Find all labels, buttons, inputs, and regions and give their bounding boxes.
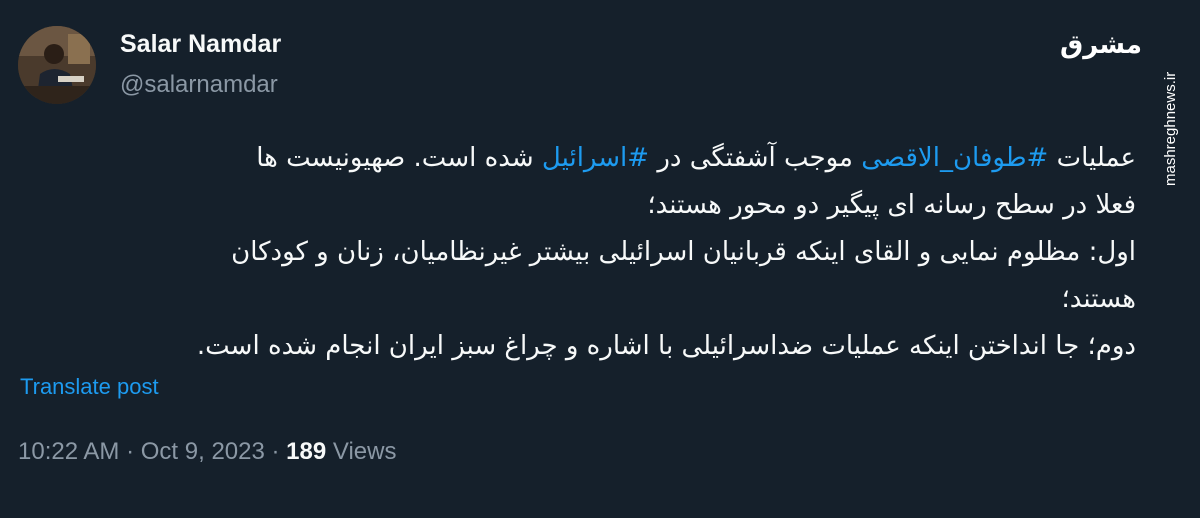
tweet-card: Salar Namdar @salarnamdar مشرق mashreghn… [0,0,1200,518]
tweet-line-3: اول: مظلوم نمایی و القای اینکه قربانیان … [231,237,1136,267]
tweet-text-segment: شده است. صهیونیست ها [256,143,542,173]
meta-separator: · [126,438,135,465]
views-label: Views [332,438,397,465]
watermark-url: mashreghnews.ir [1162,71,1179,186]
tweet-time[interactable]: 10:22 AM [18,438,119,465]
watermark-logo: مشرق [1060,30,1142,60]
author-handle[interactable]: @salarnamdar [120,71,278,99]
watermark-url-wrap: mashreghnews.ir [1160,18,1180,188]
views-count[interactable]: 189 [286,438,326,465]
translate-post-link[interactable]: Translate post [20,374,159,400]
hashtag-link[interactable]: #طوفان_الاقصی [861,143,1048,173]
tweet-text-segment: موجب آشفتگی در [649,143,862,173]
tweet-text: عملیات #طوفان_الاقصی موجب آشفتگی در #اسر… [18,135,1136,370]
tweet-line-5: دوم؛ جا انداختن اینکه عملیات ضداسرائیلی … [196,331,1136,361]
tweet-metadata: 10:22 AM · Oct 9, 2023 · 189 Views [18,438,396,466]
user-avatar-icon [18,26,96,104]
tweet-line-2: فعلا در سطح رسانه ای پیگیر دو محور هستند… [647,190,1136,220]
tweet-date[interactable]: Oct 9, 2023 [141,438,265,465]
author-avatar[interactable] [18,26,96,104]
tweet-text-segment: عملیات [1048,143,1136,173]
meta-separator: · [271,438,280,465]
tweet-line-1: عملیات #طوفان_الاقصی موجب آشفتگی در #اسر… [18,135,1136,182]
author-display-name[interactable]: Salar Namdar [120,30,281,59]
tweet-line-4: هستند؛ [1061,284,1136,314]
hashtag-link[interactable]: #اسرائیل [542,143,649,173]
